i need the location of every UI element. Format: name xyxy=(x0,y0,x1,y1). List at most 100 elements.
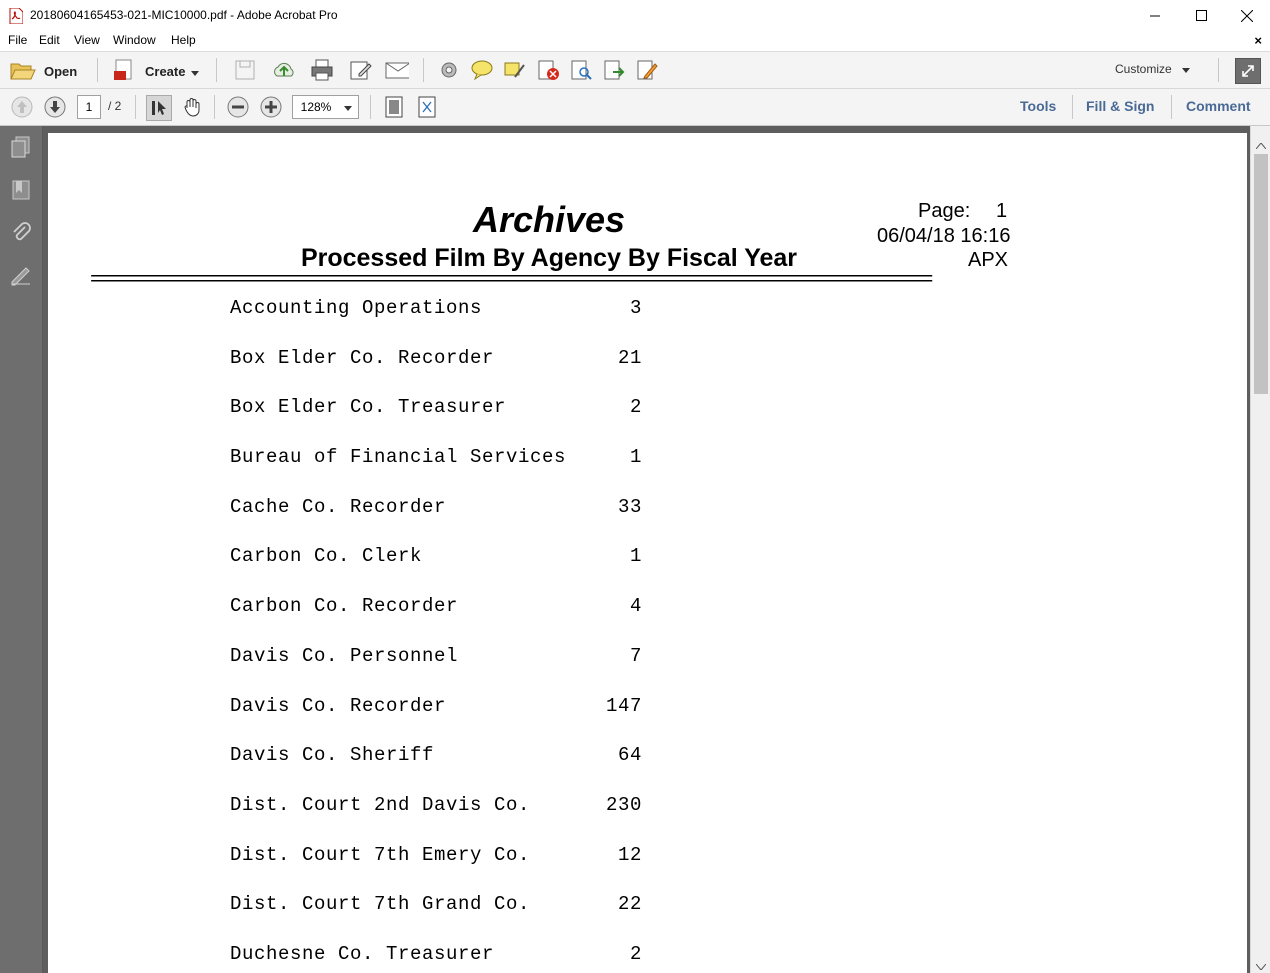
toolbar-divider xyxy=(1171,95,1172,119)
main-toolbar: Open Create Customize xyxy=(0,52,1270,89)
film-count: 4 xyxy=(629,595,642,618)
select-tool-icon[interactable] xyxy=(146,95,172,121)
folder-icon xyxy=(10,59,36,84)
film-count: 1 xyxy=(629,545,642,568)
edit-document-icon[interactable] xyxy=(349,58,373,82)
zoom-out-icon[interactable] xyxy=(226,95,250,119)
page-label: Page: xyxy=(918,200,971,222)
film-count: 64 xyxy=(617,744,642,767)
agency-name: Carbon Co. Clerk xyxy=(230,545,423,568)
separator-rule: ========================================… xyxy=(90,269,933,292)
report-code: APX xyxy=(968,249,1009,271)
agency-name: Cache Co. Recorder xyxy=(230,495,447,518)
chevron-down-icon xyxy=(1181,62,1190,76)
toolbar-divider xyxy=(97,58,98,82)
next-page-icon[interactable] xyxy=(43,95,67,119)
navigation-panel xyxy=(0,126,43,973)
comment-bubble-icon[interactable] xyxy=(470,58,494,82)
film-count: 12 xyxy=(617,843,642,866)
menu-file[interactable]: File xyxy=(8,33,27,47)
full-screen-icon[interactable] xyxy=(415,95,439,119)
toolbar-divider xyxy=(1072,95,1073,119)
minimize-button[interactable] xyxy=(1132,0,1178,31)
close-document-icon[interactable]: × xyxy=(1254,33,1262,48)
agency-name: Duchesne Co. Treasurer xyxy=(230,942,495,965)
page-thumbnails-icon[interactable] xyxy=(9,135,33,159)
open-label: Open xyxy=(44,64,78,79)
zoom-dropdown-button[interactable] xyxy=(338,95,359,119)
find-document-icon[interactable] xyxy=(569,58,593,82)
menu-window[interactable]: Window xyxy=(113,33,156,47)
create-pdf-icon xyxy=(113,59,137,84)
agency-name: Dist. Court 7th Emery Co. xyxy=(230,843,531,866)
agency-name: Carbon Co. Recorder xyxy=(230,595,459,618)
sign-document-icon[interactable] xyxy=(635,58,659,82)
agency-name: Dist. Court 2nd Davis Co. xyxy=(230,793,531,816)
fill-sign-pane-link[interactable]: Fill & Sign xyxy=(1086,98,1154,114)
save-icon[interactable] xyxy=(233,58,257,82)
agency-name: Dist. Court 7th Grand Co. xyxy=(230,893,531,916)
film-count: 3 xyxy=(629,297,642,319)
signatures-icon[interactable] xyxy=(9,264,33,288)
gear-icon[interactable] xyxy=(437,58,461,82)
email-icon[interactable] xyxy=(385,58,409,82)
page-number-input[interactable]: 1 xyxy=(77,95,101,119)
hand-tool-icon[interactable] xyxy=(180,95,204,119)
zoom-level-input[interactable]: 128% xyxy=(292,95,340,119)
window-title: 20180604165453-021-MIC10000.pdf - Adobe … xyxy=(30,8,338,22)
chevron-down-icon xyxy=(344,100,352,114)
previous-page-icon[interactable] xyxy=(10,95,34,119)
agency-name: Box Elder Co. Recorder xyxy=(230,346,495,369)
agency-name: Davis Co. Recorder xyxy=(230,694,447,717)
title-bar: 20180604165453-021-MIC10000.pdf - Adobe … xyxy=(0,0,1270,32)
agency-name: Accounting Operations xyxy=(230,297,483,319)
film-count: 2 xyxy=(629,396,642,419)
toolbar-divider xyxy=(1218,58,1219,82)
close-window-button[interactable] xyxy=(1224,0,1270,31)
toolbar-divider xyxy=(135,95,136,119)
agency-name: Bureau of Financial Services xyxy=(230,446,567,469)
zoom-in-icon[interactable] xyxy=(259,95,283,119)
create-label: Create xyxy=(145,64,186,79)
agency-name: Box Elder Co. Treasurer xyxy=(230,396,507,419)
maximize-button[interactable] xyxy=(1178,0,1224,31)
highlight-text-icon[interactable] xyxy=(503,58,527,82)
report-datetime: 06/04/18 16:16 xyxy=(877,225,1011,247)
menu-view[interactable]: View xyxy=(74,33,100,47)
print-icon[interactable] xyxy=(310,58,334,82)
film-count: 33 xyxy=(617,495,642,518)
toolbar-divider xyxy=(370,95,371,119)
tools-pane-link[interactable]: Tools xyxy=(1020,98,1056,114)
bookmarks-icon[interactable] xyxy=(9,178,33,202)
redact-icon[interactable] xyxy=(536,58,560,82)
scrollbar-thumb[interactable] xyxy=(1254,154,1268,394)
scroll-up-icon[interactable] xyxy=(1255,138,1267,152)
menu-edit[interactable]: Edit xyxy=(39,33,60,47)
scroll-down-icon[interactable] xyxy=(1255,959,1267,973)
attachments-icon[interactable] xyxy=(9,221,33,245)
create-button[interactable]: Create xyxy=(113,59,200,84)
page-number: 1 xyxy=(996,200,1008,222)
cloud-upload-icon[interactable] xyxy=(272,58,296,82)
fit-page-icon[interactable] xyxy=(382,95,406,119)
menu-help[interactable]: Help xyxy=(171,33,196,47)
film-count: 22 xyxy=(617,893,642,916)
agency-name: Davis Co. Personnel xyxy=(230,644,459,667)
toolbar-divider xyxy=(423,58,424,82)
open-button[interactable]: Open xyxy=(10,59,77,84)
film-count: 21 xyxy=(617,346,642,369)
agency-name: Davis Co. Sheriff xyxy=(230,744,435,767)
pdf-page: Archives Processed Film By Agency By Fis… xyxy=(48,133,1247,973)
customize-button[interactable]: Customize xyxy=(1115,62,1190,76)
vertical-scrollbar[interactable] xyxy=(1250,126,1270,973)
comment-pane-link[interactable]: Comment xyxy=(1186,98,1251,114)
menu-bar: File Edit View Window Help × xyxy=(0,31,1270,52)
page-total: / 2 xyxy=(108,99,122,113)
expand-icon[interactable] xyxy=(1235,58,1261,84)
film-count: 230 xyxy=(605,793,642,816)
export-document-icon[interactable] xyxy=(602,58,626,82)
customize-label: Customize xyxy=(1115,62,1172,76)
film-count: 7 xyxy=(629,644,642,667)
film-count: 1 xyxy=(629,446,642,469)
acrobat-pdf-icon xyxy=(9,7,24,25)
